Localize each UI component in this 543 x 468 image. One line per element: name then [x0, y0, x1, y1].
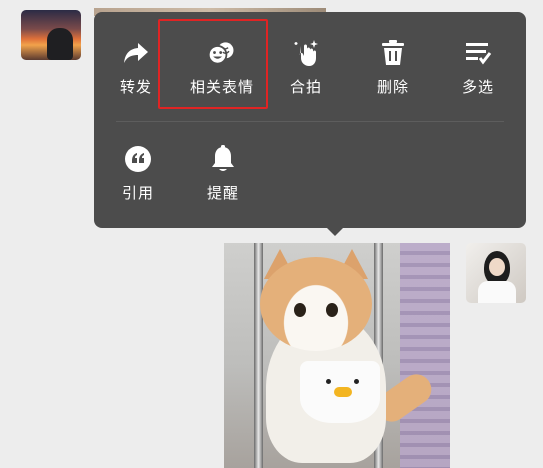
- cat-eye: [326, 303, 338, 317]
- menu-item-multi-select[interactable]: 多选: [462, 38, 494, 97]
- menu-item-quote[interactable]: 引用: [122, 144, 154, 203]
- duck-bib: [300, 361, 380, 423]
- share-forward-icon: [121, 38, 151, 68]
- message-context-menu: 转发 相关表情 合拍 删除 多选 引用 提醒: [94, 12, 526, 228]
- chat-screen: 转发 相关表情 合拍 删除 多选 引用 提醒: [0, 0, 543, 468]
- cat-eye: [294, 303, 306, 317]
- co-shoot-icon: [291, 38, 321, 68]
- menu-item-forward[interactable]: 转发: [120, 38, 152, 97]
- trash-icon: [378, 38, 408, 68]
- menu-divider: [116, 121, 504, 122]
- cat-image-message[interactable]: [224, 243, 450, 468]
- avatar-body: [478, 281, 516, 303]
- avatar-figure: [47, 28, 73, 60]
- bib-eye-dot: [354, 379, 359, 384]
- my-avatar[interactable]: [466, 243, 526, 303]
- menu-item-label: 删除: [377, 78, 410, 96]
- menu-pointer-arrow: [326, 227, 344, 236]
- background-shelf: [400, 243, 450, 468]
- menu-item-label: 转发: [120, 78, 153, 96]
- menu-item-remind[interactable]: 提醒: [207, 144, 239, 203]
- quote-icon: [123, 144, 153, 174]
- menu-item-label: 合拍: [290, 78, 323, 96]
- bell-icon: [208, 144, 238, 174]
- related-emoji-highlight-box: [158, 19, 268, 109]
- menu-item-label: 多选: [462, 78, 495, 96]
- chair-rail: [254, 243, 263, 468]
- multi-select-icon: [463, 38, 493, 68]
- cat-head: [260, 257, 372, 351]
- contact-avatar[interactable]: [21, 10, 81, 60]
- bib-eye-dot: [326, 379, 331, 384]
- menu-item-label: 提醒: [207, 184, 240, 202]
- avatar-face: [489, 258, 505, 276]
- menu-item-label: 引用: [122, 184, 155, 202]
- bib-beak: [334, 387, 352, 397]
- menu-item-delete[interactable]: 删除: [377, 38, 409, 97]
- menu-item-co-shoot[interactable]: 合拍: [290, 38, 322, 97]
